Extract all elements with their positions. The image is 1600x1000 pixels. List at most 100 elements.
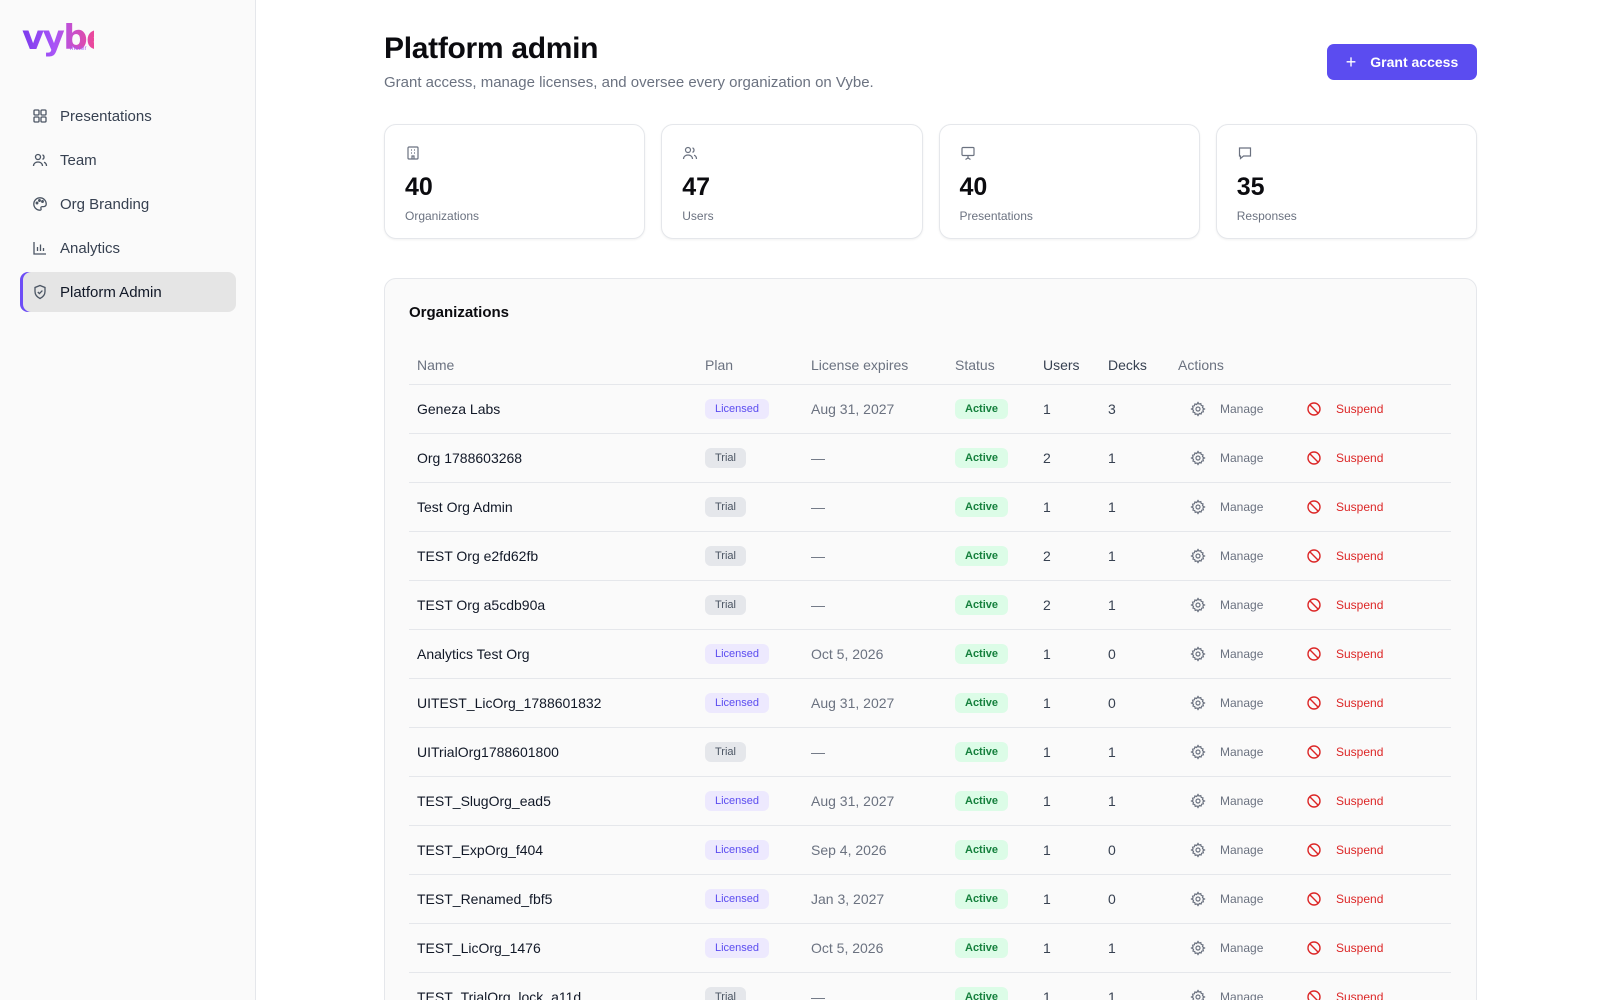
col-header-plan[interactable]: Plan	[705, 357, 811, 373]
bar-chart-icon	[32, 240, 48, 256]
users-count: 2	[1043, 597, 1051, 613]
status-badge: Active	[955, 595, 1009, 615]
suspend-button[interactable]: Suspend	[1306, 597, 1383, 613]
suspend-button[interactable]: Suspend	[1306, 989, 1383, 1000]
gear-icon	[1190, 548, 1206, 564]
org-name: Org 1788603268	[417, 450, 523, 466]
suspend-button[interactable]: Suspend	[1306, 646, 1383, 662]
manage-button[interactable]: Manage	[1190, 695, 1294, 711]
status-cell: Active	[955, 448, 1043, 468]
table-row: TEST_ExpOrg_f404 Licensed Sep 4, 2026 Activ…	[409, 826, 1451, 875]
status-cell: Active	[955, 840, 1043, 860]
sidebar-item-org-branding[interactable]: Org Branding	[20, 184, 236, 224]
grid-icon	[32, 108, 48, 124]
plan-cell: Trial	[705, 546, 811, 566]
manage-label: Manage	[1220, 598, 1264, 612]
decks-count: 0	[1108, 695, 1116, 711]
stat-card-responses: 35 Responses	[1215, 124, 1477, 239]
manage-button[interactable]: Manage	[1190, 499, 1294, 515]
vybe-logo[interactable]: vybe meter	[22, 18, 109, 58]
decks-count: 0	[1108, 842, 1116, 858]
manage-button[interactable]: Manage	[1190, 597, 1294, 613]
plan-cell: Trial	[705, 595, 811, 615]
sidebar-item-platform-admin[interactable]: Platform Admin	[20, 272, 236, 312]
manage-button[interactable]: Manage	[1190, 793, 1294, 809]
grant-access-button[interactable]: + Grant access	[1327, 44, 1477, 80]
sidebar: vybe meter Presentations Team Org Brandi…	[0, 0, 256, 1000]
decks-count: 1	[1108, 597, 1116, 613]
sidebar-item-analytics[interactable]: Analytics	[20, 228, 236, 268]
suspend-button[interactable]: Suspend	[1306, 695, 1383, 711]
org-name: TEST_SlugOrg_ead5	[417, 793, 551, 809]
suspend-button[interactable]: Suspend	[1306, 401, 1383, 417]
table-row: TEST Org e2fd62fb Trial — Active 2 1 Manage Sus…	[409, 532, 1451, 581]
suspend-label: Suspend	[1336, 451, 1384, 465]
suspend-button[interactable]: Suspend	[1306, 744, 1383, 760]
col-header-status[interactable]: Status	[955, 357, 1043, 373]
suspend-button[interactable]: Suspend	[1306, 499, 1383, 515]
status-badge: Active	[955, 693, 1009, 713]
table-row: TEST_SlugOrg_ead5 Licensed Aug 31, 2027 Act…	[409, 777, 1451, 826]
suspend-button[interactable]: Suspend	[1306, 940, 1383, 956]
plan-badge: Licensed	[705, 889, 770, 909]
sidebar-item-label: Team	[60, 151, 97, 169]
col-header-license-expires[interactable]: License expires	[811, 357, 955, 373]
users-count: 1	[1043, 940, 1051, 956]
decks-count: 1	[1108, 744, 1116, 760]
manage-button[interactable]: Manage	[1190, 548, 1294, 564]
license-expires: Jan 3, 2027	[811, 891, 885, 907]
manage-label: Manage	[1220, 892, 1264, 906]
stat-label: Presentations	[959, 209, 1033, 223]
plan-badge: Trial	[705, 595, 746, 615]
suspend-button[interactable]: Suspend	[1306, 450, 1383, 466]
plan-badge: Trial	[705, 987, 746, 1000]
license-expires: —	[811, 989, 825, 1000]
presentation-icon	[960, 145, 976, 161]
org-name: TEST Org a5cdb90a	[417, 597, 546, 613]
col-header-decks[interactable]: Decks	[1108, 357, 1178, 373]
col-header-users[interactable]: Users	[1043, 357, 1108, 373]
manage-button[interactable]: Manage	[1190, 940, 1294, 956]
manage-button[interactable]: Manage	[1190, 401, 1294, 417]
sidebar-nav: Presentations Team Org Branding Analytic…	[20, 96, 236, 316]
org-name: TEST_Renamed_fbf5	[417, 891, 553, 907]
manage-button[interactable]: Manage	[1190, 744, 1294, 760]
suspend-button[interactable]: Suspend	[1306, 842, 1383, 858]
manage-button[interactable]: Manage	[1190, 450, 1294, 466]
org-name: TEST Org e2fd62fb	[417, 548, 539, 564]
decks-count: 1	[1108, 940, 1116, 956]
manage-button[interactable]: Manage	[1190, 989, 1294, 1000]
ban-icon	[1306, 793, 1322, 809]
col-header-name[interactable]: Name	[409, 357, 705, 373]
organizations-title: Organizations	[409, 304, 510, 321]
gear-icon	[1190, 401, 1206, 417]
suspend-button[interactable]: Suspend	[1306, 793, 1383, 809]
manage-label: Manage	[1220, 402, 1264, 416]
suspend-button[interactable]: Suspend	[1306, 548, 1383, 564]
suspend-label: Suspend	[1336, 794, 1384, 808]
users-icon	[32, 152, 48, 168]
suspend-button[interactable]: Suspend	[1306, 891, 1383, 907]
plan-cell: Licensed	[705, 693, 811, 713]
manage-button[interactable]: Manage	[1190, 646, 1294, 662]
decks-count: 0	[1108, 891, 1116, 907]
stat-label: Users	[682, 209, 714, 223]
row-actions: Manage Suspend	[1178, 940, 1451, 956]
org-name: Geneza Labs	[417, 401, 501, 417]
decks-count: 1	[1108, 989, 1116, 1000]
plan-cell: Licensed	[705, 938, 811, 958]
table-row: Test Org Admin Trial — Active 1 1 Manage Suspen…	[409, 483, 1451, 532]
ban-icon	[1306, 940, 1322, 956]
manage-button[interactable]: Manage	[1190, 842, 1294, 858]
manage-button[interactable]: Manage	[1190, 891, 1294, 907]
plan-cell: Trial	[705, 448, 811, 468]
sidebar-item-team[interactable]: Team	[20, 140, 236, 180]
gear-icon	[1190, 940, 1206, 956]
status-cell: Active	[955, 497, 1043, 517]
status-badge: Active	[955, 448, 1009, 468]
status-badge: Active	[955, 546, 1009, 566]
suspend-label: Suspend	[1336, 598, 1384, 612]
sidebar-item-presentations[interactable]: Presentations	[20, 96, 236, 136]
page-subtitle: Grant access, manage licenses, and overs…	[384, 74, 874, 91]
license-expires: Aug 31, 2027	[811, 401, 895, 417]
